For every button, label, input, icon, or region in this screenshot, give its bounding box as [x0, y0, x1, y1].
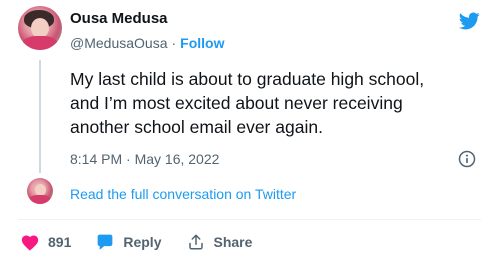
- follow-button[interactable]: Follow: [180, 35, 224, 51]
- reply-bubble-icon: [97, 234, 113, 250]
- author-handle[interactable]: @MedusaOusa: [70, 35, 167, 51]
- author-avatar[interactable]: [18, 6, 62, 50]
- author-name[interactable]: Ousa Medusa: [70, 10, 168, 27]
- separator-dot: ·: [171, 35, 177, 51]
- info-icon[interactable]: [458, 150, 476, 168]
- tweet-timestamp[interactable]: 8:14 PM · May 16, 2022: [70, 151, 219, 167]
- author-handle-row: @MedusaOusa · Follow: [70, 35, 224, 51]
- twitter-logo-icon[interactable]: [456, 10, 482, 32]
- share-button[interactable]: Share: [187, 233, 252, 251]
- tweet-text-line: and I’m most excited about never receivi…: [70, 93, 403, 113]
- like-button[interactable]: 891: [20, 233, 71, 251]
- reply-label: Reply: [123, 234, 162, 250]
- tweet-text-line: My last child is about to graduate high …: [70, 69, 425, 89]
- actions-divider: [18, 219, 481, 220]
- tweet-text: My last child is about to graduate high …: [70, 67, 485, 139]
- share-upload-icon: [189, 234, 204, 250]
- tweet-embed-card: Ousa Medusa @MedusaOusa · Follow My last c…: [0, 0, 497, 262]
- like-count: 891: [48, 234, 72, 250]
- thread-connector-line: [39, 60, 41, 173]
- conversation-avatar: [27, 178, 53, 204]
- reply-button[interactable]: Reply: [95, 233, 161, 251]
- tweet-actions-bar: 891 Reply Share: [20, 232, 252, 252]
- read-full-conversation-link[interactable]: Read the full conversation on Twitter: [70, 186, 296, 202]
- tweet-text-line: another school email ever again.: [70, 117, 323, 137]
- share-label: Share: [213, 234, 253, 250]
- heart-icon: [21, 235, 39, 251]
